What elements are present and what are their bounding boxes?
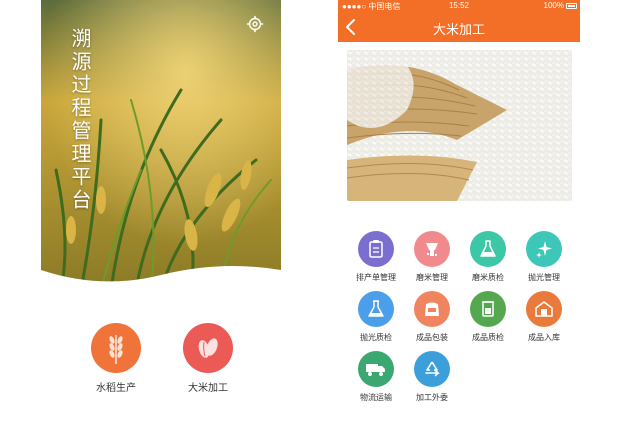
sparkle-icon bbox=[526, 231, 562, 267]
rice-processing-screen: ●●●●○ 中国电信 15:52 100% 大米加工 排产单管理 磨米管理 磨米… bbox=[338, 0, 580, 430]
func-product-packaging[interactable]: 成品包装 bbox=[406, 291, 458, 343]
module-label: 大米加工 bbox=[188, 383, 228, 394]
gear-icon[interactable] bbox=[246, 15, 264, 33]
nav-bar: 大米加工 bbox=[338, 12, 580, 42]
function-label: 磨米管理 bbox=[416, 273, 448, 282]
clipboard-icon bbox=[358, 231, 394, 267]
function-label: 加工外委 bbox=[416, 393, 448, 402]
func-production-order[interactable]: 排产单管理 bbox=[350, 231, 402, 283]
battery-icon bbox=[566, 3, 577, 9]
platform-title: 溯源过程管理平台 bbox=[68, 28, 90, 212]
func-product-warehousing[interactable]: 成品入库 bbox=[518, 291, 570, 343]
module-rice-production[interactable]: 水稻生产 bbox=[71, 323, 161, 394]
page-title: 大米加工 bbox=[432, 22, 485, 37]
beaker-icon bbox=[358, 291, 394, 327]
function-label: 抛光管理 bbox=[528, 273, 560, 282]
home-screen: 溯源过程管理平台 水稻生产 大米加工 bbox=[41, 0, 281, 430]
function-label: 成品入库 bbox=[528, 333, 560, 342]
func-logistics[interactable]: 物流运输 bbox=[350, 351, 402, 403]
status-bar: ●●●●○ 中国电信 15:52 100% bbox=[338, 0, 580, 12]
battery-percent: 100% bbox=[543, 1, 564, 10]
func-polishing-inspection[interactable]: 抛光质检 bbox=[350, 291, 402, 343]
hero-rice-field-image: 溯源过程管理平台 bbox=[41, 0, 281, 290]
warehouse-icon bbox=[526, 291, 562, 327]
grinder-icon bbox=[414, 231, 450, 267]
rice-basket-photo bbox=[347, 50, 572, 201]
function-label: 物流运输 bbox=[360, 393, 392, 402]
func-polishing-management[interactable]: 抛光管理 bbox=[518, 231, 570, 283]
truck-icon bbox=[358, 351, 394, 387]
func-milling-management[interactable]: 磨米管理 bbox=[406, 231, 458, 283]
test-tube-icon bbox=[470, 291, 506, 327]
func-product-inspection[interactable]: 成品质检 bbox=[462, 291, 514, 343]
flask-icon bbox=[470, 231, 506, 267]
package-bag-icon bbox=[414, 291, 450, 327]
rice-stalk-icon bbox=[91, 323, 141, 373]
function-label: 抛光质检 bbox=[360, 333, 392, 342]
module-label: 水稻生产 bbox=[96, 383, 136, 394]
function-label: 成品包装 bbox=[416, 333, 448, 342]
module-rice-processing[interactable]: 大米加工 bbox=[163, 323, 253, 394]
function-label: 磨米质检 bbox=[472, 273, 504, 282]
function-label: 成品质检 bbox=[472, 333, 504, 342]
function-label: 排产单管理 bbox=[356, 273, 396, 282]
func-outsourced-processing[interactable]: 加工外委 bbox=[406, 351, 458, 403]
recycle-icon bbox=[414, 351, 450, 387]
rice-grain-icon bbox=[183, 323, 233, 373]
func-milling-inspection[interactable]: 磨米质检 bbox=[462, 231, 514, 283]
